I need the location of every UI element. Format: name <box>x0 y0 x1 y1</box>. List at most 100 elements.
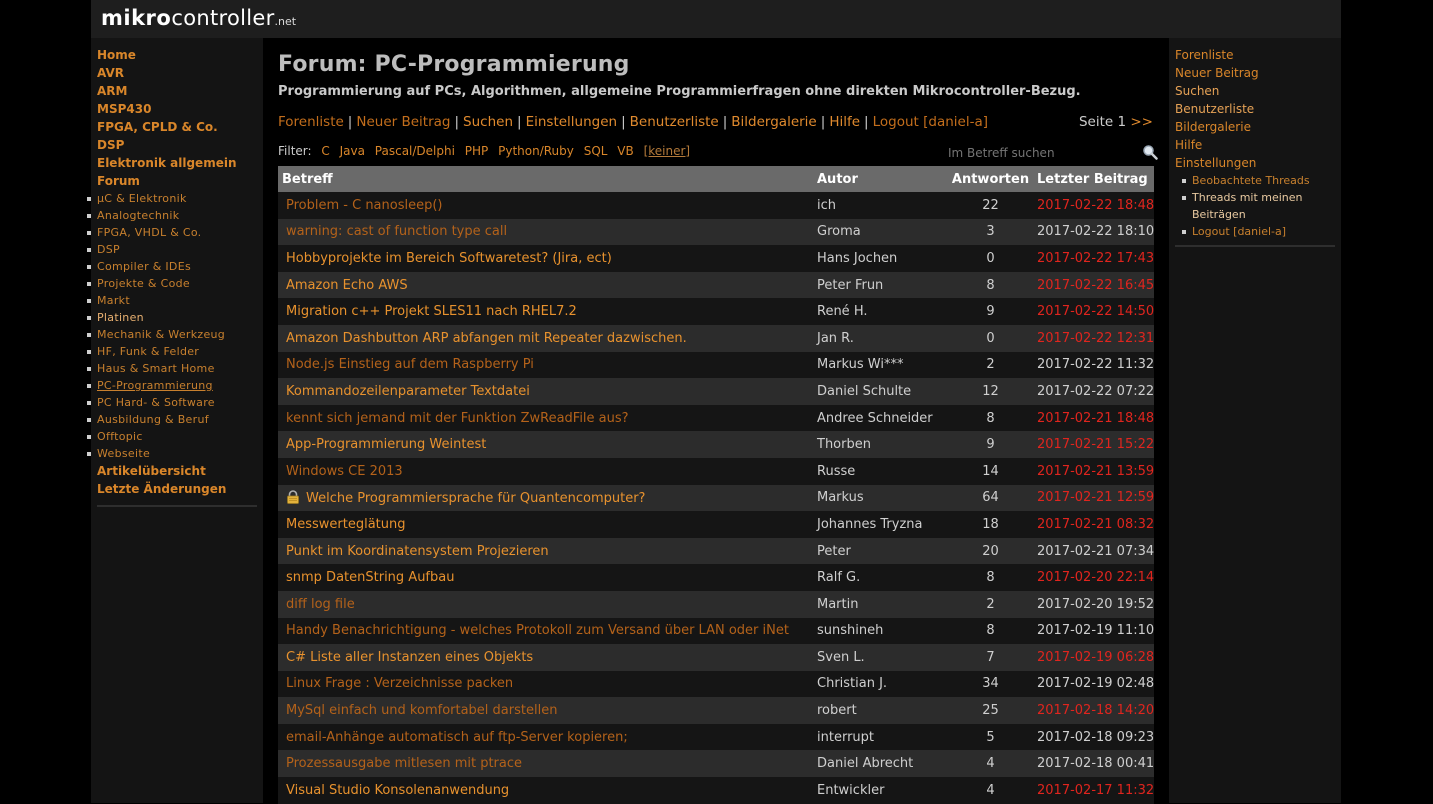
thread-link[interactable]: Punkt im Koordinatensystem Projezieren <box>286 544 549 559</box>
filter-vb[interactable]: VB <box>617 144 633 158</box>
nav-elektronik[interactable]: Elektronik allgemein <box>97 154 257 172</box>
forum-item-projekte[interactable]: Projekte & Code <box>87 275 257 292</box>
nav-dsp[interactable]: DSP <box>97 136 257 154</box>
forum-item-pc-programmierung[interactable]: PC-Programmierung <box>87 377 257 394</box>
thread-last-post[interactable]: 2017-02-19 06:28 <box>1033 644 1154 671</box>
forum-item-uc-elektronik[interactable]: µC & Elektronik <box>87 190 257 207</box>
rnav-suchen[interactable]: Suchen <box>1175 82 1335 100</box>
next-page-link[interactable]: >> <box>1130 114 1153 130</box>
thread-link[interactable]: Visual Studio Konsolenanwendung <box>286 783 509 798</box>
thread-link[interactable]: Node.js Einstieg auf dem Raspberry Pi <box>286 357 534 372</box>
rnav-meine-threads[interactable]: Threads mit meinen Beiträgen <box>1182 189 1335 223</box>
forum-item-pc-hardware[interactable]: PC Hard- & Software <box>87 394 257 411</box>
rnav-forenliste[interactable]: Forenliste <box>1175 46 1335 64</box>
thread-last-post[interactable]: 2017-02-21 12:59 <box>1033 484 1154 512</box>
nav-arm[interactable]: ARM <box>97 82 257 100</box>
thread-last-post[interactable]: 2017-02-22 16:45 <box>1033 271 1154 299</box>
thread-last-post[interactable]: 2017-02-21 13:59 <box>1033 457 1154 485</box>
nav-fpga[interactable]: FPGA, CPLD & Co. <box>97 118 257 136</box>
rnav-beobachtete-threads[interactable]: Beobachtete Threads <box>1182 172 1335 189</box>
thread-last-post[interactable]: 2017-02-22 18:48 <box>1033 192 1154 219</box>
link-suchen[interactable]: Suchen <box>463 114 513 130</box>
thread-link[interactable]: Handy Benachrichtigung - welches Protoko… <box>286 623 789 638</box>
thread-last-post[interactable]: 2017-02-22 18:10 <box>1033 218 1154 246</box>
filter-java[interactable]: Java <box>340 144 365 158</box>
thread-last-post[interactable]: 2017-02-18 00:41 <box>1033 750 1154 778</box>
forum-item-webseite[interactable]: Webseite <box>87 445 257 462</box>
filter-php[interactable]: PHP <box>465 144 489 158</box>
thread-last-post[interactable]: 2017-02-21 07:34 <box>1033 537 1154 565</box>
rnav-hilfe[interactable]: Hilfe <box>1175 136 1335 154</box>
link-benutzerliste[interactable]: Benutzerliste <box>630 114 719 130</box>
thread-last-post[interactable]: 2017-02-18 14:20 <box>1033 697 1154 724</box>
forum-item-dsp[interactable]: DSP <box>87 241 257 258</box>
magnifier-icon[interactable] <box>1142 144 1158 160</box>
nav-avr[interactable]: AVR <box>97 64 257 82</box>
forum-item-haus[interactable]: Haus & Smart Home <box>87 360 257 377</box>
thread-last-post[interactable]: 2017-02-22 12:31 <box>1033 324 1154 352</box>
link-logout[interactable]: Logout [daniel-a] <box>873 114 988 130</box>
thread-last-post[interactable]: 2017-02-22 14:50 <box>1033 298 1154 325</box>
thread-link[interactable]: Problem - C nanosleep() <box>286 198 443 213</box>
search-input[interactable] <box>943 144 1138 162</box>
filter-sql[interactable]: SQL <box>584 144 608 158</box>
nav-home[interactable]: Home <box>97 46 257 64</box>
nav-artikel[interactable]: Artikelübersicht <box>97 462 257 480</box>
thread-last-post[interactable]: 2017-02-21 15:22 <box>1033 431 1154 458</box>
thread-link[interactable]: warning: cast of function type call <box>286 224 507 239</box>
filter-pascal-delphi[interactable]: Pascal/Delphi <box>375 144 455 158</box>
filter-python-ruby[interactable]: Python/Ruby <box>498 144 574 158</box>
thread-link[interactable]: diff log file <box>286 597 355 612</box>
link-einstellungen[interactable]: Einstellungen <box>526 114 618 130</box>
thread-last-post[interactable]: 2017-02-21 18:48 <box>1033 404 1154 432</box>
forum-item-offtopic[interactable]: Offtopic <box>87 428 257 445</box>
thread-last-post[interactable]: 2017-02-22 11:32 <box>1033 351 1154 379</box>
thread-link[interactable]: Amazon Echo AWS <box>286 278 408 293</box>
thread-link[interactable]: Hobbyprojekte im Bereich Softwaretest? (… <box>286 251 612 266</box>
rnav-bildergalerie[interactable]: Bildergalerie <box>1175 118 1335 136</box>
thread-link[interactable]: Welche Programmiersprache für Quantencom… <box>306 491 645 506</box>
forum-item-hf[interactable]: HF, Funk & Felder <box>87 343 257 360</box>
nav-msp430[interactable]: MSP430 <box>97 100 257 118</box>
rnav-einstellungen[interactable]: Einstellungen <box>1175 154 1335 172</box>
forum-item-platinen[interactable]: Platinen <box>87 309 257 326</box>
thread-link[interactable]: Prozessausgabe mitlesen mit ptrace <box>286 756 522 771</box>
rnav-neuer-beitrag[interactable]: Neuer Beitrag <box>1175 64 1335 82</box>
thread-link[interactable]: Kommandozeilenparameter Textdatei <box>286 384 530 399</box>
link-neuer-beitrag[interactable]: Neuer Beitrag <box>356 114 450 130</box>
thread-link[interactable]: Migration c++ Projekt SLES11 nach RHEL7.… <box>286 304 577 319</box>
forum-item-mechanik[interactable]: Mechanik & Werkzeug <box>87 326 257 343</box>
thread-link[interactable]: Windows CE 2013 <box>286 464 403 479</box>
thread-last-post[interactable]: 2017-02-20 19:52 <box>1033 590 1154 618</box>
thread-link[interactable]: C# Liste aller Instanzen eines Objekts <box>286 650 533 665</box>
forum-item-ausbildung[interactable]: Ausbildung & Beruf <box>87 411 257 428</box>
thread-link[interactable]: App-Programmierung Weintest <box>286 437 486 452</box>
forum-item-markt[interactable]: Markt <box>87 292 257 309</box>
thread-link[interactable]: Linux Frage : Verzeichnisse packen <box>286 676 513 691</box>
forum-item-compiler[interactable]: Compiler & IDEs <box>87 258 257 275</box>
thread-link[interactable]: kennt sich jemand mit der Funktion ZwRea… <box>286 411 629 426</box>
thread-link[interactable]: Messwerteglätung <box>286 517 406 532</box>
thread-link[interactable]: MySql einfach und komfortabel darstellen <box>286 703 557 718</box>
thread-link[interactable]: email-Anhänge automatisch auf ftp-Server… <box>286 730 628 745</box>
thread-last-post[interactable]: 2017-02-20 22:14 <box>1033 564 1154 591</box>
site-logo[interactable]: mikrocontroller.net <box>101 4 296 36</box>
forum-item-fpga-vhdl[interactable]: FPGA, VHDL & Co. <box>87 224 257 241</box>
thread-last-post[interactable]: 2017-02-18 09:23 <box>1033 723 1154 751</box>
thread-last-post[interactable]: 2017-02-19 11:10 <box>1033 617 1154 645</box>
link-hilfe[interactable]: Hilfe <box>829 114 860 130</box>
thread-link[interactable]: snmp DatenString Aufbau <box>286 570 454 585</box>
rnav-benutzerliste[interactable]: Benutzerliste <box>1175 100 1335 118</box>
forum-item-analogtechnik[interactable]: Analogtechnik <box>87 207 257 224</box>
thread-last-post[interactable]: 2017-02-19 02:48 <box>1033 670 1154 698</box>
link-forenliste[interactable]: Forenliste <box>278 114 344 130</box>
thread-link[interactable]: Amazon Dashbutton ARP abfangen mit Repea… <box>286 331 687 346</box>
filter-c[interactable]: C <box>321 144 329 158</box>
nav-letzte-aenderungen[interactable]: Letzte Änderungen <box>97 480 257 498</box>
nav-forum[interactable]: Forum <box>97 172 257 190</box>
thread-last-post[interactable]: 2017-02-17 11:32 <box>1033 777 1154 804</box>
filter-none[interactable]: [keiner] <box>644 144 691 158</box>
thread-last-post[interactable]: 2017-02-22 07:22 <box>1033 378 1154 405</box>
thread-last-post[interactable]: 2017-02-22 17:43 <box>1033 245 1154 272</box>
link-bildergalerie[interactable]: Bildergalerie <box>731 114 816 130</box>
